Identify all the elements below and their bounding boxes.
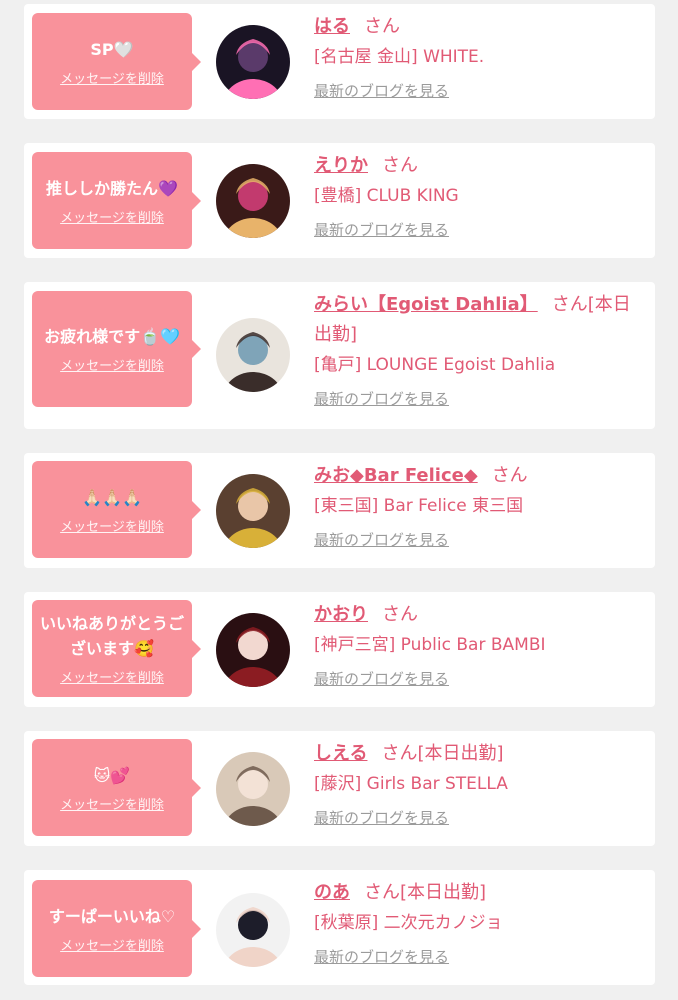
shop-name: [神戸三宮] Public Bar BAMBI xyxy=(314,635,546,655)
latest-blog-link[interactable]: 最新のブログを見る xyxy=(314,525,645,555)
message-card: 🐱💕 メッセージを削除 しえる さん[本日出勤] [藤沢] Girls Bar STE… xyxy=(24,731,655,846)
latest-blog-link[interactable]: 最新のブログを見る xyxy=(314,664,645,694)
sender-info: かおり さん [神戸三宮] Public Bar BAMBI 最新のブログを見る xyxy=(314,600,645,694)
sender-name-link[interactable]: かおり xyxy=(314,604,368,625)
avatar-image xyxy=(216,25,290,99)
sender-line: はる さん xyxy=(314,12,645,42)
shop-name: [藤沢] Girls Bar STELLA xyxy=(314,774,508,794)
sender-name-link[interactable]: みお◆Bar Felice◆ xyxy=(314,465,478,486)
sender-line: えりか さん xyxy=(314,151,645,181)
latest-blog-link[interactable]: 最新のブログを見る xyxy=(314,384,645,414)
avatar[interactable] xyxy=(216,318,290,392)
sender-info: みらい【Egoist Dahlia】 さん[本日出勤] [亀戸] LOUNGE Eg… xyxy=(314,290,645,414)
avatar-image xyxy=(216,752,290,826)
message-text: 🐱💕 xyxy=(93,765,131,785)
shop-name: [豊橋] CLUB KING xyxy=(314,186,459,206)
avatar[interactable] xyxy=(216,25,290,99)
sender-info: のあ さん[本日出勤] [秋葉原] 二次元カノジョ最新のブログを見る xyxy=(314,878,645,972)
shop-name: [秋葉原] 二次元カノジョ xyxy=(314,913,503,933)
honorific: さん xyxy=(364,882,400,903)
avatar[interactable] xyxy=(216,613,290,687)
latest-blog-link[interactable]: 最新のブログを見る xyxy=(314,803,645,833)
message-bubble: すーぱーいいね♡ メッセージを削除 xyxy=(32,880,201,977)
message-card: 🙏🏻🙏🏻🙏🏻 メッセージを削除 みお◆Bar Felice◆ さん [東三国] Bar… xyxy=(24,453,655,568)
honorific: さん xyxy=(364,16,400,37)
message-card: すーぱーいいね♡ メッセージを削除 のあ さん[本日出勤] [秋葉原] 二次元カノジョ… xyxy=(24,870,655,985)
message-bubble: 🙏🏻🙏🏻🙏🏻 メッセージを削除 xyxy=(32,461,201,558)
sender-line: しえる さん[本日出勤] xyxy=(314,739,645,769)
latest-blog-link[interactable]: 最新のブログを見る xyxy=(314,76,645,106)
honorific: さん xyxy=(491,465,528,486)
honorific: さん xyxy=(382,604,418,625)
sender-name-link[interactable]: みらい【Egoist Dahlia】 xyxy=(314,294,538,315)
message-bubble: 🐱💕 メッセージを削除 xyxy=(32,739,201,836)
sender-name-link[interactable]: のあ xyxy=(314,882,350,903)
message-text: すーぱーいいね♡ xyxy=(48,906,176,926)
delete-message-link[interactable]: メッセージを削除 xyxy=(60,355,164,374)
avatar-image xyxy=(216,164,290,238)
message-text: 🙏🏻🙏🏻🙏🏻 xyxy=(82,487,142,507)
latest-blog-link[interactable]: 最新のブログを見る xyxy=(314,942,645,972)
attendance-status: [本日出勤] xyxy=(400,882,487,903)
sender-name-link[interactable]: しえる xyxy=(314,743,367,764)
message-text: 推ししか勝たん💜 xyxy=(46,178,178,198)
sender-name-link[interactable]: はる xyxy=(314,16,350,37)
message-list: SP🤍 メッセージを削除 はる さん [名古屋 金山] WHITE. 最新のブログを見る… xyxy=(0,0,678,1000)
sender-info: はる さん [名古屋 金山] WHITE. 最新のブログを見る xyxy=(314,12,645,106)
message-card: いいねありがとうございます🥰 メッセージを削除 かおり さん [神戸三宮] Publi… xyxy=(24,592,655,707)
sender-line: みらい【Egoist Dahlia】 さん[本日出勤] xyxy=(314,290,645,350)
message-text: いいねありがとうございます🥰 xyxy=(39,614,184,658)
message-card: お疲れ様です🍵🩵 メッセージを削除 みらい【Egoist Dahlia】 さん[本日… xyxy=(24,282,655,429)
avatar[interactable] xyxy=(216,474,290,548)
shop-name: [亀戸] LOUNGE Egoist Dahlia xyxy=(314,355,556,375)
avatar-image xyxy=(216,474,290,548)
delete-message-link[interactable]: メッセージを削除 xyxy=(60,68,164,87)
sender-line: みお◆Bar Felice◆ さん xyxy=(314,461,645,491)
shop-name: [東三国] Bar Felice 東三国 xyxy=(314,496,524,516)
avatar[interactable] xyxy=(216,893,290,967)
message-text: お疲れ様です🍵🩵 xyxy=(44,327,180,346)
delete-message-link[interactable]: メッセージを削除 xyxy=(60,667,164,686)
avatar-image xyxy=(216,318,290,392)
latest-blog-link[interactable]: 最新のブログを見る xyxy=(314,215,645,245)
message-card: 推ししか勝たん💜 メッセージを削除 えりか さん [豊橋] CLUB KING 最新のブ… xyxy=(24,143,655,258)
message-card: SP🤍 メッセージを削除 はる さん [名古屋 金山] WHITE. 最新のブログを見る xyxy=(24,4,655,119)
attendance-status: [本日出勤] xyxy=(417,743,504,764)
message-bubble: SP🤍 メッセージを削除 xyxy=(32,13,201,110)
message-bubble: お疲れ様です🍵🩵 メッセージを削除 xyxy=(32,291,201,407)
message-text: SP🤍 xyxy=(90,39,134,59)
sender-line: のあ さん[本日出勤] xyxy=(314,878,645,908)
honorific: さん xyxy=(381,743,418,764)
honorific: さん xyxy=(382,155,418,176)
avatar[interactable] xyxy=(216,752,290,826)
delete-message-link[interactable]: メッセージを削除 xyxy=(60,516,164,535)
avatar-image xyxy=(216,893,290,967)
message-bubble: いいねありがとうございます🥰 メッセージを削除 xyxy=(32,600,201,697)
avatar[interactable] xyxy=(216,164,290,238)
message-bubble: 推ししか勝たん💜 メッセージを削除 xyxy=(32,152,201,249)
delete-message-link[interactable]: メッセージを削除 xyxy=(60,794,164,813)
avatar-image xyxy=(216,613,290,687)
honorific: さん xyxy=(551,294,588,315)
delete-message-link[interactable]: メッセージを削除 xyxy=(60,935,164,954)
sender-line: かおり さん xyxy=(314,600,645,630)
delete-message-link[interactable]: メッセージを削除 xyxy=(60,207,164,226)
sender-name-link[interactable]: えりか xyxy=(314,155,368,176)
sender-info: しえる さん[本日出勤] [藤沢] Girls Bar STELLA 最新のブログを見… xyxy=(314,739,645,833)
shop-name: [名古屋 金山] WHITE. xyxy=(314,47,485,67)
sender-info: みお◆Bar Felice◆ さん [東三国] Bar Felice 東三国最新のブ… xyxy=(314,461,645,555)
sender-info: えりか さん [豊橋] CLUB KING 最新のブログを見る xyxy=(314,151,645,245)
